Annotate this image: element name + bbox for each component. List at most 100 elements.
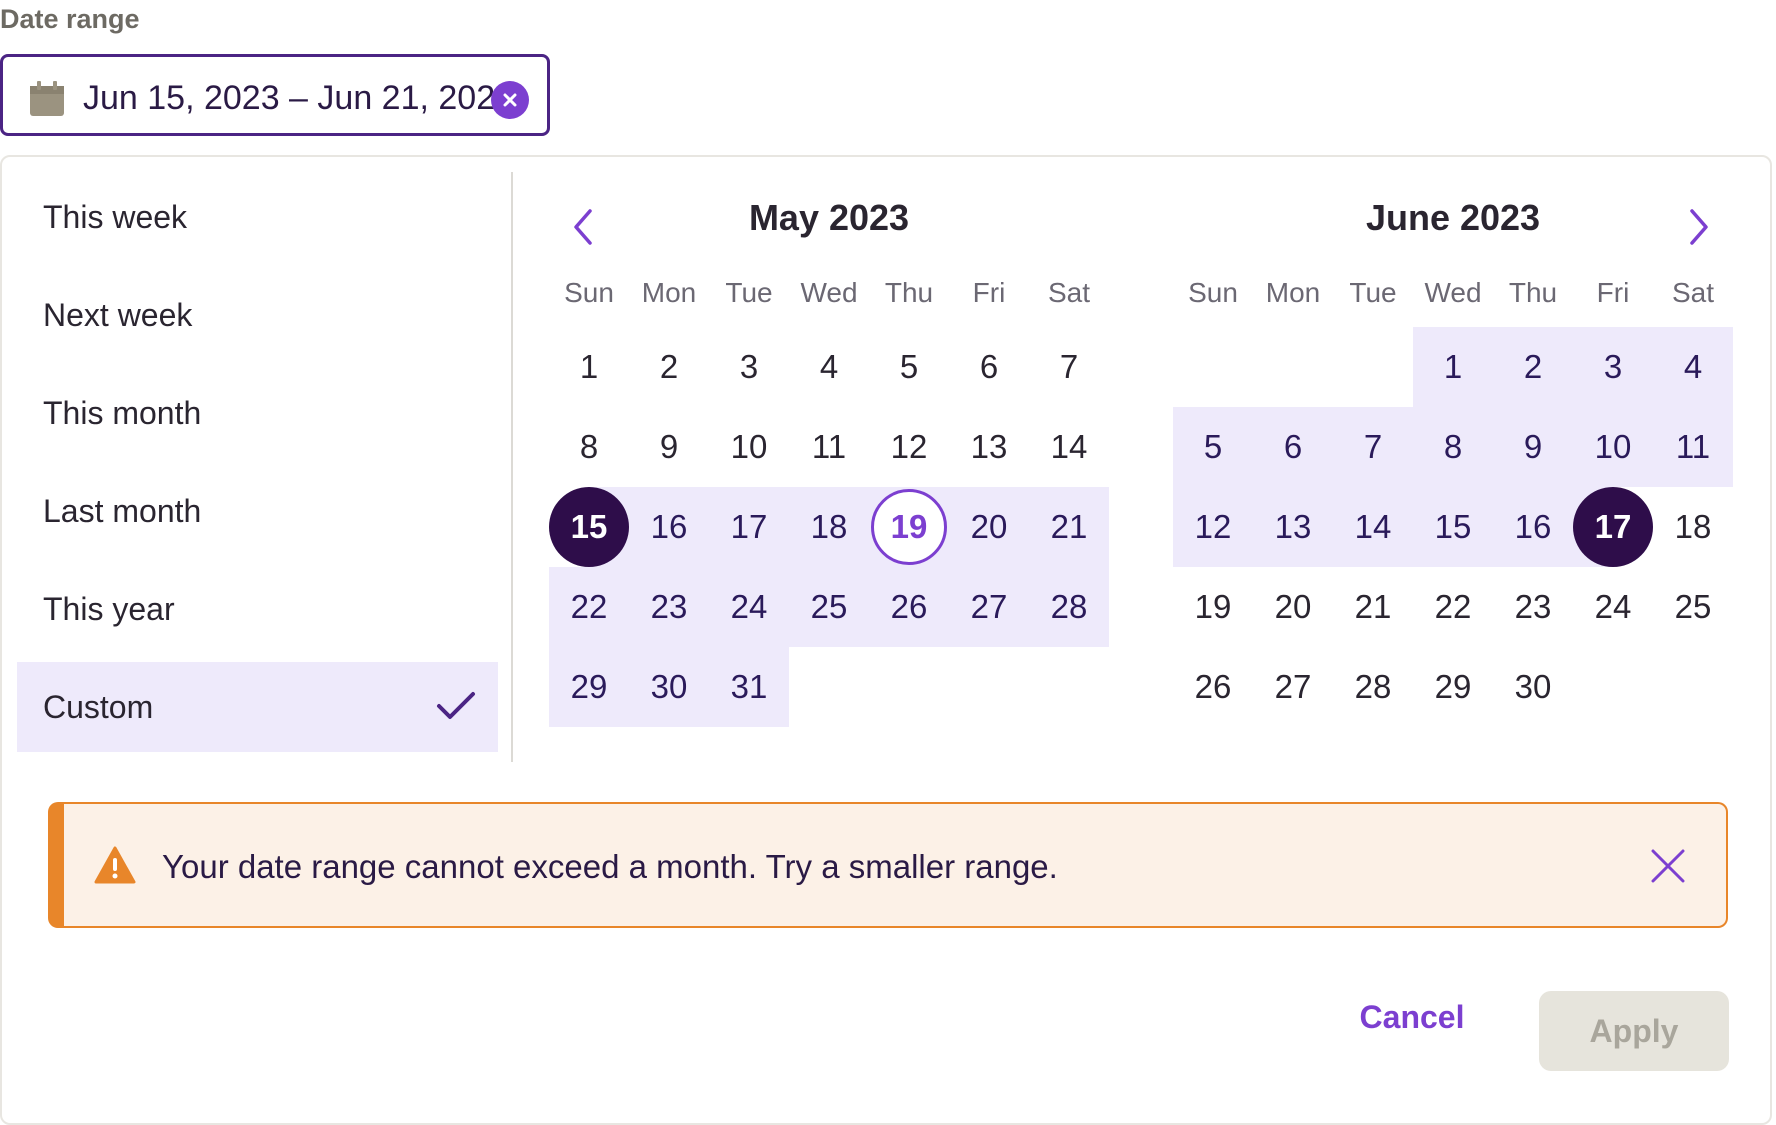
preset-item[interactable]: This week bbox=[17, 172, 498, 262]
date-picker-panel: This week Next week This month Last month Th… bbox=[0, 155, 1772, 1125]
day-cell[interactable]: 2 bbox=[1493, 327, 1573, 407]
day-cell[interactable]: 28 bbox=[1029, 567, 1109, 647]
day-cell[interactable]: 11 bbox=[1653, 407, 1733, 487]
day-cell[interactable]: 7 bbox=[1333, 407, 1413, 487]
day-cell[interactable]: 13 bbox=[1253, 487, 1333, 567]
day-cell[interactable]: 26 bbox=[1173, 647, 1253, 727]
day-cell[interactable]: 25 bbox=[789, 567, 869, 647]
day-cell[interactable]: 7 bbox=[1029, 327, 1109, 407]
preset-item[interactable]: Next week bbox=[17, 270, 498, 360]
week-row: 26 27 28 29 30 bbox=[1173, 647, 1733, 727]
day-cell[interactable]: 8 bbox=[1413, 407, 1493, 487]
day-cell[interactable]: 15 bbox=[1413, 487, 1493, 567]
day-cell[interactable]: 17 bbox=[709, 487, 789, 567]
day-cell[interactable]: 5 bbox=[1173, 407, 1253, 487]
day-cell[interactable]: 10 bbox=[1573, 407, 1653, 487]
preset-item[interactable]: This month bbox=[17, 368, 498, 458]
day-cell[interactable]: 29 bbox=[1413, 647, 1493, 727]
week-row: 8 9 10 11 12 13 14 bbox=[549, 407, 1109, 487]
preset-item[interactable]: Last month bbox=[17, 466, 498, 556]
day-cell[interactable]: 16 bbox=[1493, 487, 1573, 567]
day-cell[interactable]: 10 bbox=[709, 407, 789, 487]
day-cell[interactable]: 14 bbox=[1333, 487, 1413, 567]
day-cell[interactable]: 6 bbox=[949, 327, 1029, 407]
day-cell[interactable]: 24 bbox=[709, 567, 789, 647]
day-cell[interactable]: 18 bbox=[1653, 487, 1733, 567]
preset-label: This year bbox=[43, 590, 175, 627]
day-cell[interactable]: 30 bbox=[629, 647, 709, 727]
day-cell[interactable]: 12 bbox=[1173, 487, 1253, 567]
day-cell[interactable]: 23 bbox=[1493, 567, 1573, 647]
day-cell[interactable]: 30 bbox=[1493, 647, 1573, 727]
day-cell[interactable]: 31 bbox=[709, 647, 789, 727]
day-cell[interactable]: 20 bbox=[1253, 567, 1333, 647]
day-cell[interactable]: 3 bbox=[1573, 327, 1653, 407]
next-month-icon[interactable] bbox=[1678, 205, 1718, 249]
day-cell[interactable]: 19 bbox=[1173, 567, 1253, 647]
preset-item[interactable]: Custom bbox=[17, 662, 498, 752]
day-cell[interactable]: 4 bbox=[1653, 327, 1733, 407]
weekday-label: Thu bbox=[1508, 277, 1558, 308]
cancel-button[interactable]: Cancel bbox=[1322, 977, 1502, 1057]
close-icon[interactable] bbox=[1650, 848, 1686, 884]
selected-day: 17 bbox=[1573, 487, 1653, 567]
date-range-label: Date range bbox=[0, 4, 140, 34]
day-cell[interactable]: 16 bbox=[629, 487, 709, 567]
day-cell[interactable]: 3 bbox=[709, 327, 789, 407]
apply-button[interactable]: Apply bbox=[1539, 991, 1729, 1071]
weekday-label: Wed bbox=[800, 277, 858, 308]
day-cell[interactable]: 12 bbox=[869, 407, 949, 487]
day-cell[interactable]: 15 bbox=[549, 487, 629, 567]
empty-day-cell bbox=[949, 647, 1029, 727]
day-cell[interactable]: 19 bbox=[869, 487, 949, 567]
empty-day-cell bbox=[869, 647, 949, 727]
day-cell[interactable]: 29 bbox=[549, 647, 629, 727]
day-cell[interactable]: 22 bbox=[1413, 567, 1493, 647]
day-cell[interactable]: 26 bbox=[869, 567, 949, 647]
weekday-label: Mon bbox=[641, 277, 697, 308]
day-cell[interactable]: 11 bbox=[789, 407, 869, 487]
day-cell[interactable]: 9 bbox=[1493, 407, 1573, 487]
weekday-label: Wed bbox=[1424, 277, 1482, 308]
empty-day-cell bbox=[1173, 327, 1253, 407]
preset-list: This week Next week This month Last month Th… bbox=[17, 172, 498, 760]
day-cell[interactable]: 1 bbox=[549, 327, 629, 407]
alert-message: Your date range cannot exceed a month. T… bbox=[162, 848, 1058, 885]
day-cell[interactable]: 28 bbox=[1333, 647, 1413, 727]
day-cell[interactable]: 1 bbox=[1413, 327, 1493, 407]
range-warning-alert: Your date range cannot exceed a month. T… bbox=[48, 802, 1728, 928]
empty-day-cell bbox=[1573, 647, 1653, 727]
day-cell[interactable]: 22 bbox=[549, 567, 629, 647]
week-row: 29 30 31 bbox=[549, 647, 1109, 727]
week-row: 15 16 17 18 19 20 21 bbox=[549, 487, 1109, 567]
clear-icon[interactable] bbox=[491, 81, 529, 119]
day-cell[interactable]: 25 bbox=[1653, 567, 1733, 647]
warning-icon bbox=[94, 846, 136, 884]
calendar-icon bbox=[30, 81, 64, 116]
day-cell[interactable]: 21 bbox=[1029, 487, 1109, 567]
day-cell[interactable]: 9 bbox=[629, 407, 709, 487]
day-cell[interactable]: 6 bbox=[1253, 407, 1333, 487]
preset-item[interactable]: This year bbox=[17, 564, 498, 654]
date-range-field[interactable]: Jun 15, 2023 – Jun 21, 2023 bbox=[0, 54, 550, 136]
day-grid: 1 2 3 4 5 6 7 8 9 10 11 12 13 14 15 16 17 18 19 20 21 22 23 24 2… bbox=[1173, 327, 1733, 727]
day-cell[interactable]: 23 bbox=[629, 567, 709, 647]
day-cell[interactable]: 17 bbox=[1573, 487, 1653, 567]
day-cell[interactable]: 5 bbox=[869, 327, 949, 407]
day-cell[interactable]: 14 bbox=[1029, 407, 1109, 487]
day-grid: 1 2 3 4 5 6 7 8 9 10 11 12 13 14 15 16 17 18 19 20 21 22 23 24 2… bbox=[549, 327, 1109, 727]
day-cell[interactable]: 2 bbox=[629, 327, 709, 407]
week-row: 1234567 bbox=[549, 327, 1109, 407]
checkmark-icon bbox=[437, 692, 475, 719]
day-cell[interactable]: 8 bbox=[549, 407, 629, 487]
day-cell[interactable]: 27 bbox=[1253, 647, 1333, 727]
day-cell[interactable]: 4 bbox=[789, 327, 869, 407]
day-cell[interactable]: 24 bbox=[1573, 567, 1653, 647]
day-cell[interactable]: 20 bbox=[949, 487, 1029, 567]
empty-day-cell bbox=[789, 647, 869, 727]
day-cell[interactable]: 18 bbox=[789, 487, 869, 567]
day-cell[interactable]: 21 bbox=[1333, 567, 1413, 647]
day-cell[interactable]: 27 bbox=[949, 567, 1029, 647]
week-row: 12 13 14 15 16 17 18 bbox=[1173, 487, 1733, 567]
day-cell[interactable]: 13 bbox=[949, 407, 1029, 487]
